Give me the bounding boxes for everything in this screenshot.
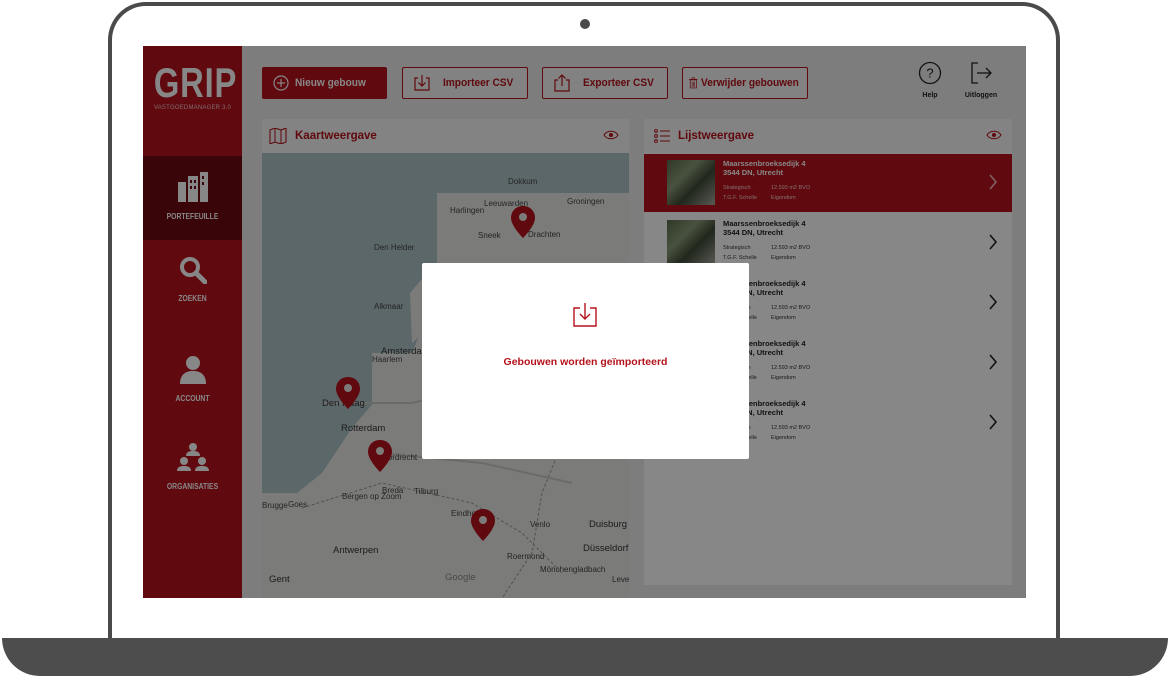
app-screen: GRIP VASTGOEDMANAGER 3.0 PORTEFEUILLE ZO…	[143, 46, 1026, 598]
camera-dot	[580, 19, 590, 29]
import-progress-modal: Gebouwen worden geïmporteerd	[422, 263, 749, 459]
laptop-base	[2, 638, 1168, 676]
download-icon	[573, 303, 597, 327]
modal-message: Gebouwen worden geïmporteerd	[503, 356, 668, 368]
